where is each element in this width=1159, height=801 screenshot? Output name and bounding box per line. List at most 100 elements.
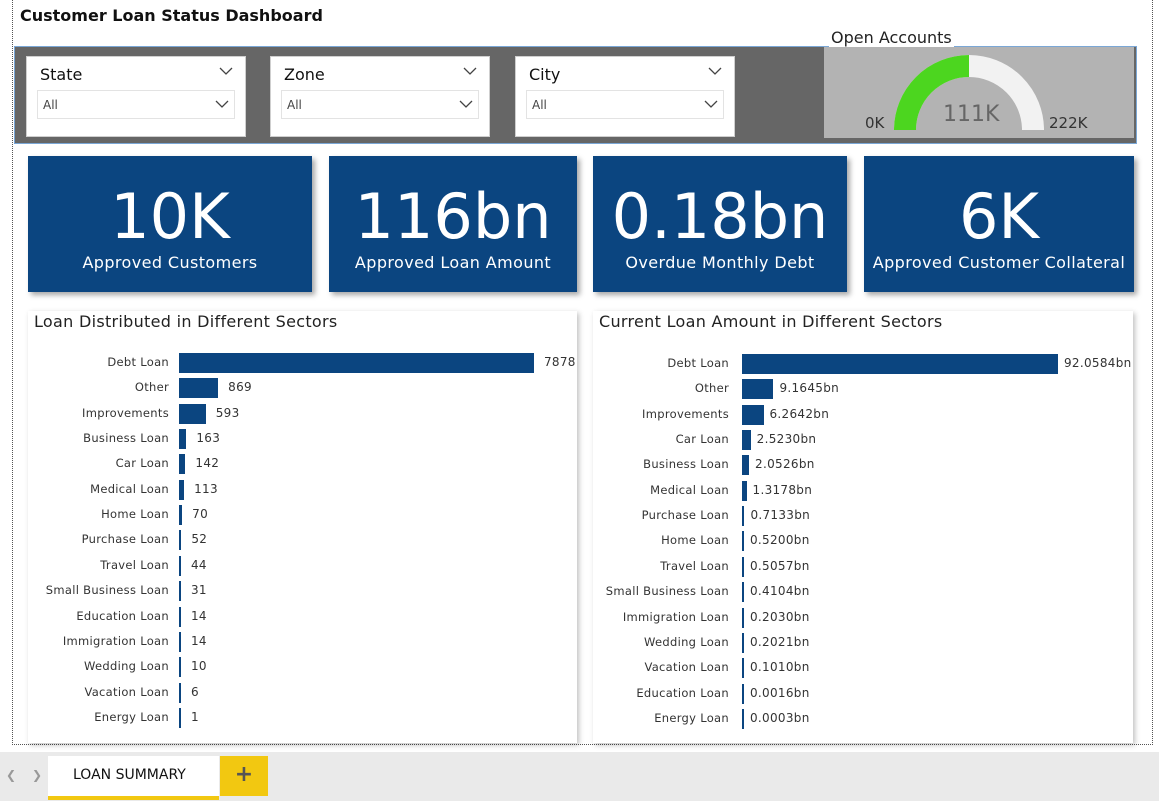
bar-row: Vacation Loan 6 [28,682,577,703]
bar[interactable] [179,429,187,450]
bar-row: Education Loan 0.0016bn [593,683,1133,704]
bar[interactable] [742,607,744,628]
data-label: 869 [228,380,252,395]
tab-loan-summary[interactable]: LOAN SUMMARY [48,756,219,800]
bar[interactable] [742,480,747,501]
bar-row: Debt Loan 7878 [28,353,577,373]
kpi-label: Approved Loan Amount [354,253,552,272]
data-label: 2.5230bn [756,432,817,447]
category-label: Energy Loan [654,710,729,725]
bar[interactable] [179,707,181,728]
category-label: Car Loan [675,432,729,447]
category-label: Business Loan [83,431,169,446]
bar-row: Immigration Loan 0.2030bn [593,607,1133,628]
bar[interactable] [742,455,750,476]
data-label: 2.0526bn [755,457,815,472]
state-slicer[interactable]: State All [26,56,246,137]
chevron-down-icon[interactable] [708,65,722,77]
bar[interactable] [179,454,186,475]
category-label: Immigration Loan [622,609,729,624]
state-dropdown[interactable]: All [37,90,235,119]
data-label: 92.0584bn [1064,356,1132,370]
bar[interactable] [742,683,744,704]
next-page-icon[interactable]: ❯ [32,768,42,782]
chart-title: Current Loan Amount in Different Sectors [599,312,943,331]
bar[interactable] [179,631,181,652]
bar[interactable] [742,531,744,552]
data-label: 0.5200bn [750,533,810,548]
bar[interactable] [179,530,182,551]
bar-row: Immigration Loan 14 [28,631,577,652]
kpi-card-approved-loan-amount: 116bn Approved Loan Amount [329,156,577,292]
category-label: Education Loan [76,608,169,623]
data-label: 31 [191,583,207,598]
bar[interactable] [179,581,181,602]
kpi-value: 10K [110,180,230,253]
bar[interactable] [742,430,751,451]
category-label: Other [694,381,729,396]
category-label: Education Loan [636,685,729,700]
bar[interactable] [742,708,744,729]
city-slicer[interactable]: City All [515,56,735,137]
zone-slicer-label: Zone [284,65,325,84]
kpi-value: 116bn [354,180,552,253]
category-label: Debt Loan [107,355,169,369]
category-label: Vacation Loan [644,660,729,675]
zone-dropdown[interactable]: All [281,90,479,119]
data-label: 0.0003bn [750,710,810,725]
gauge-title: Open Accounts [829,28,954,47]
data-label: 0.5057bn [750,558,810,573]
bar[interactable] [742,582,744,603]
bar-row: Home Loan 70 [28,505,577,526]
data-label: 14 [191,633,207,648]
category-label: Other [134,380,169,395]
bar[interactable] [179,505,183,526]
category-label: Small Business Loan [45,583,169,598]
bar[interactable] [179,479,185,500]
bar[interactable] [742,506,745,527]
city-slicer-label: City [529,65,561,84]
data-label: 142 [195,456,220,471]
bar[interactable] [742,632,744,653]
bar[interactable] [742,379,774,400]
bar-row: Education Loan 14 [28,606,577,627]
bar[interactable] [742,404,764,425]
city-dropdown[interactable]: All [526,90,724,119]
bar[interactable] [742,354,1058,374]
bar[interactable] [742,556,744,577]
gauge-min-label: 0K [865,114,885,132]
bar-row: Travel Loan 44 [28,555,577,576]
kpi-value: 0.18bn [611,180,829,253]
chevron-down-icon [459,100,473,108]
data-label: 113 [194,481,218,496]
bar[interactable] [179,403,206,424]
kpi-card-overdue-monthly-debt: 0.18bn Overdue Monthly Debt [593,156,847,292]
category-label: Purchase Loan [641,508,729,523]
gauge-max-label: 222K [1049,114,1088,132]
bar[interactable] [179,682,181,703]
zone-slicer[interactable]: Zone All [270,56,490,137]
data-label: 0.2030bn [750,609,810,624]
category-label: Energy Loan [94,709,169,724]
bar[interactable] [179,353,534,373]
bar-row: Purchase Loan 0.7133bn [593,506,1133,527]
bar[interactable] [179,555,181,576]
bar[interactable] [179,657,181,678]
chevron-down-icon[interactable] [219,65,233,77]
bar[interactable] [179,378,219,399]
category-label: Immigration Loan [62,633,169,648]
bar-row: Medical Loan 113 [28,479,577,500]
bar[interactable] [179,606,181,627]
chevron-down-icon[interactable] [463,65,477,77]
data-label: 10 [191,659,207,674]
previous-page-icon[interactable]: ❮ [6,768,16,782]
kpi-label: Approved Customer Collateral [872,253,1126,272]
bar[interactable] [742,658,744,679]
add-page-button[interactable]: + [220,756,268,796]
bar-row: Medical Loan 1.3178bn [593,480,1133,501]
bar-row: Car Loan 142 [28,454,577,475]
data-label: 0.7133bn [750,508,811,523]
bar-row: Business Loan 163 [28,429,577,450]
tab-label: LOAN SUMMARY [73,767,186,783]
data-label: 44 [191,557,207,572]
